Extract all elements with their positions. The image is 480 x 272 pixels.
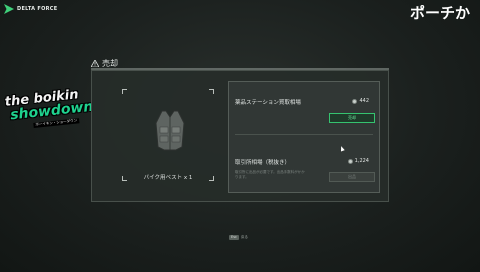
market-price: 1,224: [347, 158, 369, 164]
coin-icon: [347, 158, 353, 164]
brand-name: DELTA FORCE: [17, 6, 58, 12]
warning-icon: [91, 60, 99, 67]
market-note: 取引所に出品が必要です。出品手数料がかかります。: [235, 170, 305, 179]
market-price-value: 1,224: [354, 158, 369, 164]
vendor-price-value: 442: [359, 98, 369, 104]
stream-overlay-title: ポーチか: [409, 4, 470, 22]
logo-icon: [4, 4, 14, 14]
vendor-price-label: 薬品ステーション買取相場: [235, 100, 301, 106]
coin-icon: [352, 98, 358, 104]
delta-force-logo: DELTA FORCE: [4, 4, 57, 14]
sell-dialog: バイク用ベスト x 1 薬品ステーション買取相場 442 売却 取引所相場（税抜…: [91, 70, 389, 202]
back-label: 戻る: [240, 235, 248, 239]
options-divider: [235, 134, 373, 135]
item-name-label: バイク用ベスト x 1: [143, 175, 193, 181]
item-preview: [122, 89, 214, 181]
list-on-market-button[interactable]: 出品: [329, 172, 375, 182]
footer-hint[interactable]: Esc 戻る: [229, 235, 248, 240]
sell-options: 薬品ステーション買取相場 442 売却 取引所相場（税抜き） 1,224 取引所…: [228, 81, 380, 193]
vendor-price: 442: [352, 98, 369, 104]
market-price-label: 取引所相場（税抜き）: [235, 160, 291, 166]
sell-button[interactable]: 売却: [329, 113, 375, 123]
esc-key-icon: Esc: [229, 235, 239, 240]
showdown-sticker: the boikin showdown ボーイキン・ショーダウン: [4, 85, 100, 134]
vest-image: [155, 110, 185, 151]
